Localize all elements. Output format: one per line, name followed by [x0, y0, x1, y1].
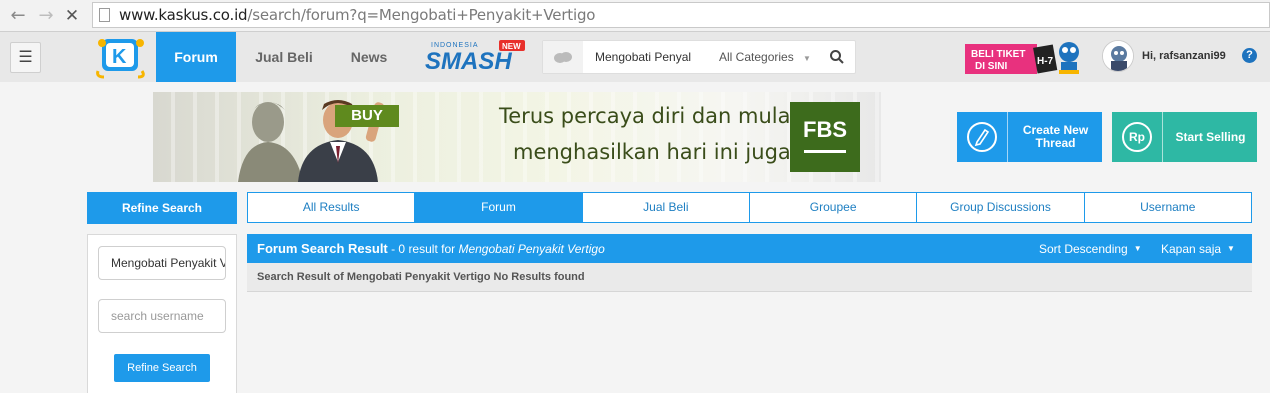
promo-line1: BELI TIKET: [971, 49, 1025, 60]
help-icon[interactable]: ?: [1242, 48, 1257, 63]
pencil-icon: [967, 122, 997, 152]
smash-logo[interactable]: INDONESIA SMASH NEW: [425, 38, 527, 76]
chevron-down-icon: ▼: [1227, 244, 1235, 253]
results-query: Mengobati Penyakit Vertigo: [458, 242, 605, 256]
start-selling-label: Start Selling: [1175, 129, 1246, 144]
page-icon: [99, 8, 110, 22]
tab-username-results[interactable]: Username: [1085, 193, 1251, 222]
tab-group-discussions-results[interactable]: Group Discussions: [917, 193, 1085, 222]
rupiah-icon: Rp: [1122, 122, 1152, 152]
hamburger-menu-icon[interactable]: ☰: [10, 42, 41, 73]
refine-search-header: Refine Search: [87, 192, 237, 224]
results-body: Search Result of Mengobati Penyakit Vert…: [247, 263, 1252, 292]
svg-text:K: K: [112, 46, 127, 68]
promo-badge: H-7: [1037, 56, 1054, 67]
ad-banner[interactable]: BUY Terus percaya diri dan mulai menghas…: [153, 92, 881, 182]
url-path: /search/forum?q=Mengobati+Penyakit+Verti…: [247, 6, 596, 24]
no-results-message: Search Result of Mengobati Penyakit Vert…: [257, 271, 585, 283]
back-arrow-icon[interactable]: ←: [8, 6, 28, 26]
search-icon[interactable]: [829, 49, 845, 65]
chevron-down-icon: ▼: [1133, 244, 1142, 253]
tab-news[interactable]: News: [340, 32, 398, 82]
address-bar[interactable]: www.kaskus.co.id/search/forum?q=Mengobat…: [92, 2, 1270, 28]
browser-toolbar: ← → ✕ www.kaskus.co.id/search/forum?q=Me…: [0, 0, 1270, 32]
chevron-down-icon: ▼: [803, 54, 811, 63]
fbs-logo: FBS: [790, 102, 860, 172]
results-title: Forum Search Result - 0 result for Mengo…: [257, 241, 605, 256]
stop-loading-icon[interactable]: ✕: [62, 6, 82, 26]
fbs-underline: [804, 150, 846, 153]
time-label: Kapan saja: [1161, 242, 1222, 256]
search-bar: Mengobati Penyal All Categories ▼: [542, 40, 856, 74]
results-count: - 0 result for: [387, 242, 459, 256]
results-header: Forum Search Result - 0 result for Mengo…: [247, 234, 1252, 263]
create-new-thread-button[interactable]: Create New Thread: [957, 112, 1102, 162]
category-select[interactable]: All Categories: [719, 50, 794, 64]
tab-all-results[interactable]: All Results: [248, 193, 416, 222]
refine-search-button[interactable]: Refine Search: [114, 354, 210, 382]
time-filter-select[interactable]: Kapan saja ▼: [1161, 242, 1235, 256]
forward-arrow-icon[interactable]: →: [36, 6, 56, 26]
divider: [1162, 112, 1163, 162]
url-domain: www.kaskus.co.id: [119, 6, 248, 24]
username-input[interactable]: search username: [98, 299, 226, 333]
refine-search-panel: Mengobati Penyakit Vertigo search userna…: [87, 234, 237, 393]
keyword-input[interactable]: Mengobati Penyakit Vertigo: [98, 246, 226, 280]
promo-line2: DI SINI: [975, 61, 1007, 72]
tab-groupee-results[interactable]: Groupee: [750, 193, 918, 222]
smash-text: SMASH: [425, 48, 512, 75]
tab-forum-results[interactable]: Forum: [415, 193, 583, 222]
kaskus-logo[interactable]: K: [92, 35, 150, 79]
tab-jual-beli[interactable]: Jual Beli: [246, 32, 322, 82]
banner-headline-2: menghasilkan hari ini juga!: [513, 140, 800, 164]
result-tabs: All Results Forum Jual Beli Groupee Grou…: [247, 192, 1252, 223]
ticket-promo-banner[interactable]: BELI TIKET DI SINI H-7: [965, 38, 1085, 76]
site-header: ☰ K Forum Jual Beli News INDONESIA SMASH…: [0, 32, 1270, 82]
search-input[interactable]: Mengobati Penyal: [595, 50, 705, 64]
sort-select[interactable]: Sort Descending ▼: [1039, 242, 1142, 256]
chat-bubble-icon: [554, 52, 572, 63]
url-text: www.kaskus.co.id/search/forum?q=Mengobat…: [119, 6, 595, 24]
search-type-toggle[interactable]: [543, 41, 583, 73]
fbs-logo-text: FBS: [803, 117, 847, 142]
buy-badge: BUY: [335, 105, 399, 127]
sort-label: Sort Descending: [1039, 242, 1128, 256]
user-greeting[interactable]: Hi, rafsanzani99: [1142, 50, 1226, 62]
create-thread-label: Create New Thread: [1022, 123, 1089, 150]
tab-jual-beli-results[interactable]: Jual Beli: [583, 193, 750, 222]
avatar[interactable]: [1102, 40, 1134, 72]
start-selling-button[interactable]: Rp Start Selling: [1112, 112, 1257, 162]
divider: [1007, 112, 1008, 162]
tab-forum[interactable]: Forum: [156, 32, 236, 82]
results-title-text: Forum Search Result: [257, 241, 388, 256]
smash-new-badge: NEW: [502, 42, 521, 51]
banner-headline-1: Terus percaya diri dan mulai: [499, 104, 797, 128]
